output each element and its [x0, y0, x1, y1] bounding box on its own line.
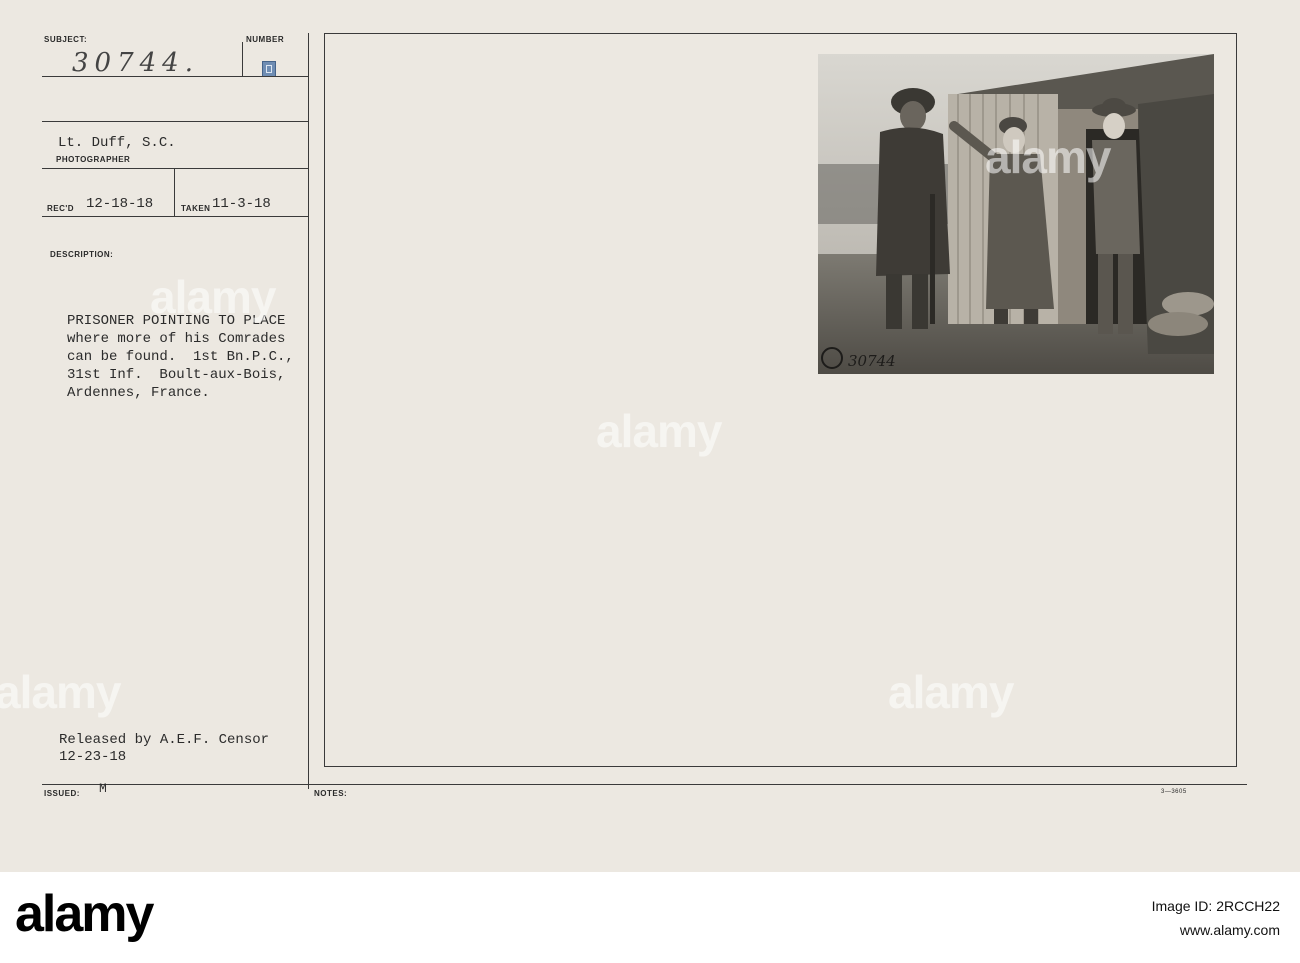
photographer-name: Lt. Duff, S.C. [58, 135, 176, 151]
form-code: 3—3605 [1161, 789, 1187, 795]
recd-date: 12-18-18 [86, 196, 154, 212]
issued-value: M [99, 781, 107, 796]
watermark: alamy [596, 405, 722, 457]
taken-label: TAKEN [181, 204, 211, 213]
watermark: alamy [985, 131, 1111, 183]
photo-caption-number: 30744 [848, 352, 896, 370]
watermark: alamy [0, 666, 121, 718]
description-label: DESCRIPTION: [50, 250, 114, 259]
historical-photograph: 30744 [818, 54, 1214, 374]
photo-illustration: 30744 [818, 54, 1214, 374]
divider [174, 168, 175, 216]
release-date: 12-23-18 [59, 749, 127, 765]
divider [308, 33, 309, 789]
site-url: www.alamy.com [1179, 922, 1280, 938]
image-id: Image ID: 2RCCH22 [1151, 898, 1280, 914]
divider [42, 216, 308, 217]
photographer-label: PHOTOGRAPHER [56, 155, 131, 164]
recd-label: REC'D [47, 204, 75, 213]
divider [242, 42, 243, 76]
divider [42, 76, 308, 77]
description-line: Ardennes, France. [67, 385, 210, 401]
notes-label: NOTES: [314, 789, 348, 798]
number-label: NUMBER [246, 35, 285, 44]
subject-number: 30744. [72, 48, 199, 78]
description-line: can be found. 1st Bn.P.C., [67, 349, 294, 365]
alamy-logo: alamy [15, 885, 154, 943]
issued-label: ISSUED: [44, 789, 80, 798]
subject-label: SUBJECT: [44, 35, 88, 44]
number-stamp [262, 61, 276, 77]
description-line: 31st Inf. Boult-aux-Bois, [67, 367, 286, 383]
divider [42, 784, 1247, 785]
divider [42, 121, 308, 122]
footer-bar [0, 872, 1300, 963]
watermark: alamy [888, 666, 1014, 718]
watermark: alamy [150, 271, 276, 323]
description-line: where more of his Comrades [67, 331, 286, 347]
photo-record-card: SUBJECT: NUMBER 30744. Lt. Duff, S.C. PH… [0, 0, 1300, 872]
release-line: Released by A.E.F. Censor [59, 732, 270, 748]
taken-date: 11-3-18 [212, 196, 271, 212]
divider [42, 168, 308, 169]
